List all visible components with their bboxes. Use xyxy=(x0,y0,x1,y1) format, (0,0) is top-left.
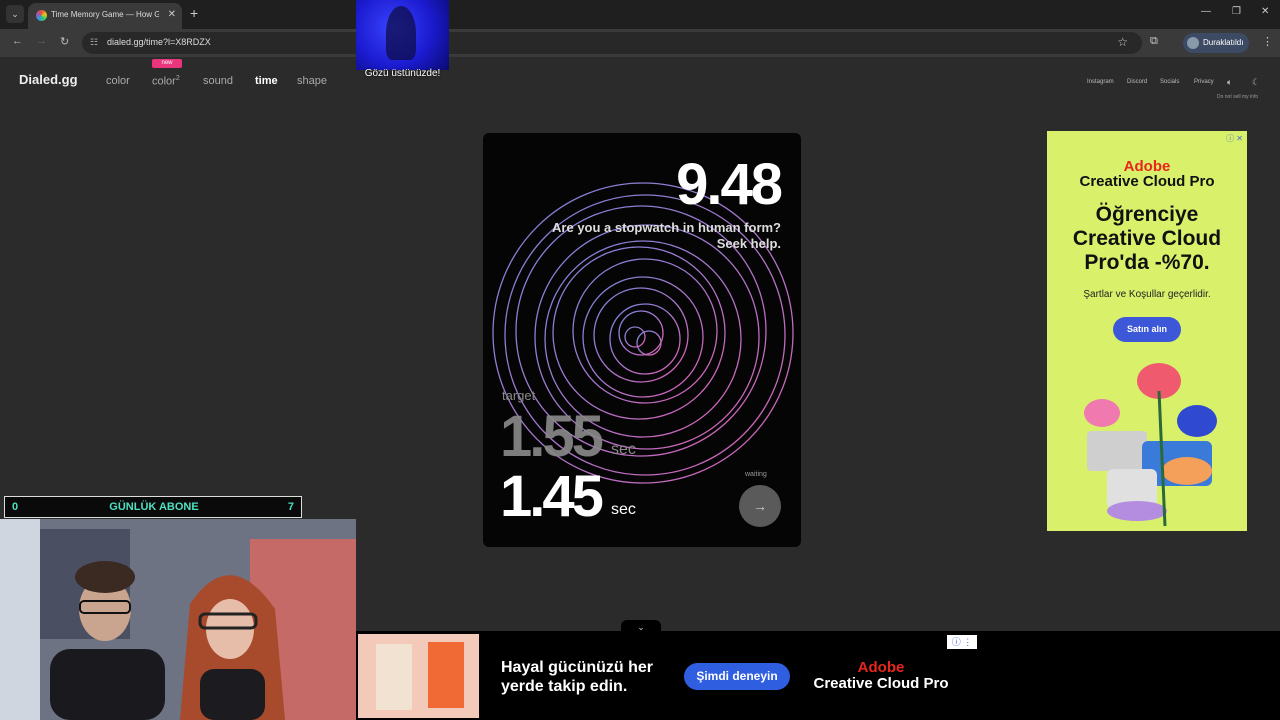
ad-headline-line3: Pro'da -%70. xyxy=(1084,251,1210,274)
ad-bottom[interactable]: Hayal gücünüzü her yerde takip edin. Şim… xyxy=(356,631,1280,720)
overlay-figure xyxy=(386,6,416,60)
subscriber-count-goal: 7 xyxy=(287,501,294,513)
next-button[interactable]: → xyxy=(739,485,781,527)
link-instagram[interactable]: Instagram xyxy=(1087,79,1114,85)
score-message-line1: Are you a stopwatch in human form? xyxy=(552,220,781,235)
result-unit: sec xyxy=(611,501,636,518)
overlay-caption: Gözü üstünüzde! xyxy=(364,68,441,79)
score-value: 9.48 xyxy=(676,152,783,217)
kebab-icon[interactable]: ⋮ xyxy=(1262,35,1273,48)
reload-icon[interactable]: ↻ xyxy=(60,35,69,48)
nav-color-2-sup: 2 xyxy=(175,75,180,82)
url-text[interactable]: dialed.gg/time?l=X8RDZX xyxy=(107,37,211,47)
subscriber-title: GÜNLÜK ABONE xyxy=(109,501,199,513)
site-logo[interactable]: Dialed.gg xyxy=(19,72,78,87)
tab-title: Time Memory Game — How G xyxy=(51,10,159,19)
arrow-left-icon[interactable]: ← xyxy=(12,35,23,47)
score-message-line2: Seek help. xyxy=(716,236,781,251)
browser-toolbar: ← → ↻ ☷ dialed.gg/time?l=X8RDZX ☆ ⧉ Dura… xyxy=(0,29,1280,57)
nav-sound[interactable]: sound xyxy=(203,75,233,87)
nav-color[interactable]: color xyxy=(106,75,130,87)
profile-button[interactable]: Duraklatıldı xyxy=(1183,33,1249,53)
subscriber-counter: GÜNLÜK ABONE 0 7 xyxy=(4,496,302,518)
puzzle-icon[interactable]: ⧉ xyxy=(1150,35,1158,48)
avatar xyxy=(1187,37,1199,49)
stream-overlay-image xyxy=(356,0,449,70)
minimize-icon[interactable]: — xyxy=(1201,6,1211,17)
ad-bottom-cta-button[interactable]: Şimdi deneyin xyxy=(684,663,790,690)
tune-icon[interactable]: ☷ xyxy=(90,37,98,48)
ad-info-icon[interactable]: ⓘ ⋮ xyxy=(947,635,977,649)
ad-illustration xyxy=(1084,363,1217,527)
score-message: Are you a stopwatch in human form? Seek … xyxy=(521,220,781,252)
ad-headline: Öğrenciye Creative Cloud Pro'da -%70. xyxy=(1047,203,1247,275)
ad-bottom-text-line1: Hayal gücünüzü her xyxy=(501,659,654,676)
target-unit: sec xyxy=(611,441,636,458)
moon-icon[interactable]: ☾ xyxy=(1252,77,1260,88)
subscriber-count-current: 0 xyxy=(12,501,19,513)
game-card[interactable]: 9.48 Are you a stopwatch in human form? … xyxy=(483,133,801,547)
speaker-icon[interactable]: 🔈︎ xyxy=(1227,77,1232,88)
link-discord[interactable]: Discord xyxy=(1127,79,1147,85)
ad-product: Creative Cloud Pro xyxy=(1079,173,1215,190)
target-value: 1.55 xyxy=(500,404,604,469)
result-value: 1.45 xyxy=(500,464,604,529)
arrow-right-icon: → xyxy=(753,498,767,514)
nav-color-2-label: color xyxy=(152,75,176,88)
ad-bottom-product: Creative Cloud Pro xyxy=(813,675,949,692)
ad-bottom-brand: Adobe xyxy=(857,659,905,676)
star-icon[interactable]: ☆ xyxy=(1117,35,1128,49)
new-badge: new xyxy=(152,59,182,68)
ad-headline-line1: Öğrenciye xyxy=(1095,203,1199,226)
status-text: waiting xyxy=(745,471,767,478)
ad-bottom-image xyxy=(358,634,479,718)
ad-headline-line2: Creative Cloud xyxy=(1072,227,1222,250)
browser-tab-active[interactable]: Time Memory Game — How G ✕ xyxy=(28,3,182,29)
do-not-sell-link[interactable]: Do not sell my info xyxy=(1217,94,1258,100)
window-close-icon[interactable]: ✕ xyxy=(1261,6,1269,17)
ad-bottom-text-line2: yerde takip edin. xyxy=(501,678,628,695)
address-bar[interactable]: ☷ dialed.gg/time?l=X8RDZX ☆ xyxy=(82,32,1142,54)
nav-color-2[interactable]: color2 xyxy=(152,75,180,88)
browser-tab-strip: ⌄ Time Memory Game — How G ✕ + — ❐ ✕ xyxy=(0,0,1280,29)
target-label: target xyxy=(502,388,536,403)
nav-shape[interactable]: shape xyxy=(297,75,327,87)
ad-bottom-illustration xyxy=(376,642,464,710)
chevron-down-icon: ⌄ xyxy=(11,8,19,19)
webcam-image xyxy=(0,519,356,720)
ad-info-icon[interactable]: ⓘ ✕ xyxy=(1226,133,1243,144)
link-socials[interactable]: Socials xyxy=(1160,79,1179,85)
close-icon[interactable]: ✕ xyxy=(168,9,176,20)
arrow-right-icon[interactable]: → xyxy=(36,35,47,47)
nav-time[interactable]: time xyxy=(255,75,278,87)
ad-legal: Şartlar ve Koşullar geçerlidir. xyxy=(1083,289,1211,300)
ad-bottom-text: Hayal gücünüzü her yerde takip edin. xyxy=(501,658,653,696)
site-favicon-icon xyxy=(36,10,47,21)
ad-cta-button[interactable]: Satın alın xyxy=(1113,317,1181,342)
ad-right[interactable]: ⓘ ✕ Adobe Creative Cloud Pro Öğrenciye C… xyxy=(1047,131,1247,531)
plus-icon[interactable]: + xyxy=(190,5,198,21)
profile-label: Duraklatıldı xyxy=(1203,38,1244,47)
tab-search-button[interactable]: ⌄ xyxy=(6,5,24,23)
webcam-feed xyxy=(0,519,356,720)
link-privacy[interactable]: Privacy xyxy=(1194,79,1214,85)
restore-icon[interactable]: ❐ xyxy=(1232,6,1241,17)
